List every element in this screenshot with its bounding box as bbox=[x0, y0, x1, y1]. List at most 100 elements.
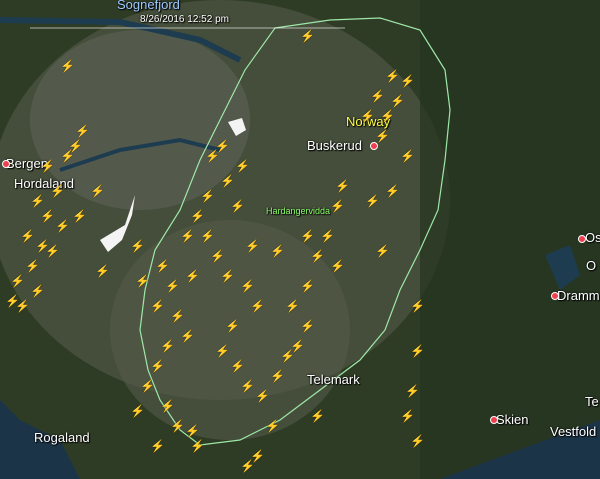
place-label-sognefjord: Sognefjord bbox=[117, 0, 180, 12]
lightning-magenta-icon: ⚡ bbox=[410, 434, 425, 448]
place-label-skien: Skien bbox=[496, 412, 529, 427]
lightning-yellow-icon: ⚡ bbox=[390, 94, 405, 108]
lightning-magenta-icon: ⚡ bbox=[335, 179, 350, 193]
lightning-yellow-icon: ⚡ bbox=[15, 299, 30, 313]
city-dot-bergen[interactable] bbox=[2, 160, 10, 168]
lightning-yellow-icon: ⚡ bbox=[250, 449, 265, 463]
city-dot-buskerud[interactable] bbox=[370, 142, 378, 150]
lightning-yellow-icon: ⚡ bbox=[75, 124, 90, 138]
lightning-yellow-icon: ⚡ bbox=[375, 244, 390, 258]
lightning-yellow-icon: ⚡ bbox=[68, 139, 83, 153]
lightning-yellow-icon: ⚡ bbox=[300, 29, 315, 43]
lightning-magenta-icon: ⚡ bbox=[320, 229, 335, 243]
lightning-yellow-icon: ⚡ bbox=[385, 69, 400, 83]
place-label-hordaland: Hordaland bbox=[14, 176, 74, 191]
lightning-yellow-icon: ⚡ bbox=[360, 109, 375, 123]
lightning-magenta-icon: ⚡ bbox=[60, 59, 75, 73]
lightning-magenta-icon: ⚡ bbox=[165, 279, 180, 293]
lightning-yellow-icon: ⚡ bbox=[95, 264, 110, 278]
lightning-magenta-icon: ⚡ bbox=[240, 379, 255, 393]
lightning-yellow-icon: ⚡ bbox=[300, 319, 315, 333]
lightning-yellow-icon: ⚡ bbox=[30, 194, 45, 208]
lightning-yellow-icon: ⚡ bbox=[135, 274, 150, 288]
lightning-yellow-icon: ⚡ bbox=[45, 244, 60, 258]
lightning-yellow-icon: ⚡ bbox=[300, 279, 315, 293]
city-dot-drammen[interactable] bbox=[551, 292, 559, 300]
lightning-yellow-icon: ⚡ bbox=[215, 139, 230, 153]
lightning-magenta-icon: ⚡ bbox=[185, 424, 200, 438]
lightning-yellow-icon: ⚡ bbox=[200, 229, 215, 243]
lightning-yellow-icon: ⚡ bbox=[155, 259, 170, 273]
place-label-vestfold: Vestfold bbox=[550, 424, 597, 439]
lightning-magenta-icon: ⚡ bbox=[220, 269, 235, 283]
lightning-yellow-icon: ⚡ bbox=[160, 339, 175, 353]
place-label-oslo: Os bbox=[585, 230, 600, 245]
lightning-yellow-icon: ⚡ bbox=[150, 439, 165, 453]
lightning-yellow-icon: ⚡ bbox=[150, 359, 165, 373]
place-label-buskerud: Buskerud bbox=[307, 138, 362, 153]
lightning-yellow-icon: ⚡ bbox=[150, 299, 165, 313]
place-label-o: O bbox=[586, 258, 597, 273]
lightning-yellow-icon: ⚡ bbox=[270, 369, 285, 383]
place-label-te: Te bbox=[585, 394, 599, 409]
lightning-magenta-icon: ⚡ bbox=[410, 299, 425, 313]
lightning-yellow-icon: ⚡ bbox=[130, 404, 145, 418]
lightning-magenta-icon: ⚡ bbox=[130, 239, 145, 253]
place-label-rogaland: Rogaland bbox=[34, 430, 90, 445]
lightning-yellow-icon: ⚡ bbox=[90, 184, 105, 198]
lightning-magenta-icon: ⚡ bbox=[185, 269, 200, 283]
lightning-yellow-icon: ⚡ bbox=[160, 399, 175, 413]
lightning-magenta-icon: ⚡ bbox=[370, 89, 385, 103]
lightning-yellow-icon: ⚡ bbox=[25, 259, 40, 273]
lightning-yellow-icon: ⚡ bbox=[310, 249, 325, 263]
lightning-yellow-icon: ⚡ bbox=[250, 299, 265, 313]
lightning-yellow-icon: ⚡ bbox=[270, 244, 285, 258]
lightning-magenta-icon: ⚡ bbox=[310, 409, 325, 423]
place-label-drammen: Drammen bbox=[557, 288, 600, 303]
place-label-hardangervidda: Hardangervidda bbox=[266, 206, 331, 216]
lightning-magenta-icon: ⚡ bbox=[180, 329, 195, 343]
lightning-yellow-icon: ⚡ bbox=[55, 219, 70, 233]
lightning-yellow-icon: ⚡ bbox=[245, 239, 260, 253]
lightning-magenta-icon: ⚡ bbox=[50, 184, 65, 198]
lightning-yellow-icon: ⚡ bbox=[215, 344, 230, 358]
lightning-yellow-icon: ⚡ bbox=[190, 209, 205, 223]
lightning-yellow-icon: ⚡ bbox=[225, 319, 240, 333]
lightning-magenta-icon: ⚡ bbox=[380, 109, 395, 123]
lightning-yellow-icon: ⚡ bbox=[290, 339, 305, 353]
lightning-magenta-icon: ⚡ bbox=[180, 229, 195, 243]
lightning-yellow-icon: ⚡ bbox=[40, 159, 55, 173]
lightning-magenta-icon: ⚡ bbox=[72, 209, 87, 223]
lightning-yellow-icon: ⚡ bbox=[190, 439, 205, 453]
lightning-yellow-icon: ⚡ bbox=[170, 419, 185, 433]
lightning-yellow-icon: ⚡ bbox=[265, 419, 280, 433]
lightning-magenta-icon: ⚡ bbox=[30, 284, 45, 298]
lightning-yellow-icon: ⚡ bbox=[230, 199, 245, 213]
lightning-magenta-icon: ⚡ bbox=[330, 259, 345, 273]
city-dot-oslo[interactable] bbox=[578, 235, 586, 243]
lightning-yellow-icon: ⚡ bbox=[300, 229, 315, 243]
lightning-yellow-icon: ⚡ bbox=[410, 344, 425, 358]
lightning-yellow-icon: ⚡ bbox=[20, 229, 35, 243]
forest-region bbox=[420, 0, 600, 479]
lightning-magenta-icon: ⚡ bbox=[365, 194, 380, 208]
lightning-magenta-icon: ⚡ bbox=[385, 184, 400, 198]
lightning-yellow-icon: ⚡ bbox=[140, 379, 155, 393]
lightning-yellow-icon: ⚡ bbox=[220, 174, 235, 188]
lightning-magenta-icon: ⚡ bbox=[375, 129, 390, 143]
place-label-telemark: Telemark bbox=[307, 372, 360, 387]
lightning-yellow-icon: ⚡ bbox=[170, 309, 185, 323]
lightning-yellow-icon: ⚡ bbox=[400, 149, 415, 163]
lightning-yellow-icon: ⚡ bbox=[405, 384, 420, 398]
lightning-yellow-icon: ⚡ bbox=[255, 389, 270, 403]
lightning-yellow-icon: ⚡ bbox=[235, 159, 250, 173]
lightning-yellow-icon: ⚡ bbox=[400, 409, 415, 423]
lightning-yellow-icon: ⚡ bbox=[200, 189, 215, 203]
lightning-yellow-icon: ⚡ bbox=[330, 199, 345, 213]
city-dot-skien[interactable] bbox=[490, 416, 498, 424]
lightning-magenta-icon: ⚡ bbox=[10, 274, 25, 288]
timestamp-label: 8/26/2016 12:52 pm bbox=[140, 14, 229, 25]
lightning-yellow-icon: ⚡ bbox=[40, 209, 55, 223]
lightning-yellow-icon: ⚡ bbox=[230, 359, 245, 373]
lightning-yellow-icon: ⚡ bbox=[240, 279, 255, 293]
